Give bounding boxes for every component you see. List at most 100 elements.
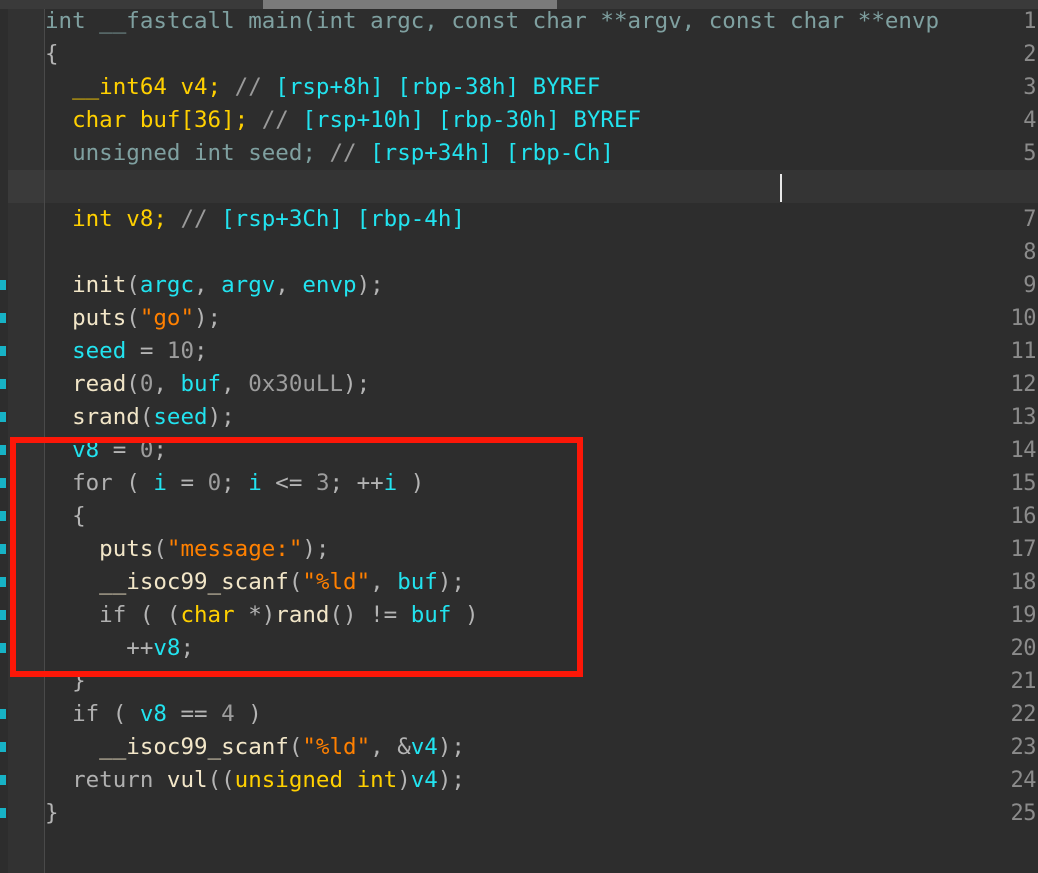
code-line[interactable]: unsigned int seed; // [rsp+34h] [rbp-Ch]	[45, 137, 614, 170]
code-token: 0x30uLL	[248, 371, 344, 397]
code-token: srand	[45, 404, 140, 430]
code-token: v4	[410, 767, 438, 793]
code-token: //	[234, 74, 276, 100]
line-presence-marker	[0, 412, 6, 422]
text-caret	[780, 174, 782, 202]
code-token: //	[329, 140, 371, 166]
code-token: vul	[166, 767, 208, 793]
code-line[interactable]: int __fastcall main(int argc, const char…	[45, 9, 939, 38]
line-presence-marker	[0, 610, 6, 620]
code-token: ; ++	[329, 470, 384, 496]
code-token: 0	[139, 371, 154, 397]
code-token: =	[99, 437, 140, 463]
code-line[interactable]: {	[45, 500, 86, 533]
code-line[interactable]: for ( i = 0; i <= 3; ++i )	[45, 467, 424, 500]
code-line[interactable]: if ( v8 == 4 )	[45, 698, 262, 731]
code-token: )	[234, 701, 262, 727]
code-token: read	[45, 371, 127, 397]
code-token: //	[180, 206, 222, 232]
code-token: (	[139, 404, 154, 430]
code-token: if	[45, 701, 100, 727]
line-presence-marker	[0, 379, 6, 389]
line-presence-marker	[0, 346, 6, 356]
code-token: =	[166, 470, 208, 496]
code-content[interactable]: int __fastcall main(int argc, const char…	[45, 9, 1038, 873]
code-token: ;	[194, 338, 208, 364]
code-token: char buf[36];	[45, 107, 262, 133]
code-token: "message:"	[166, 536, 303, 562]
line-presence-marker	[0, 313, 6, 323]
code-token: rand	[275, 602, 330, 628]
code-line[interactable]: }	[45, 665, 86, 698]
code-token: ( (	[126, 602, 181, 628]
horizontal-scrollbar-thumb[interactable]	[263, 0, 557, 9]
code-token: 10	[166, 338, 195, 364]
code-line[interactable]: }	[45, 797, 59, 830]
code-line[interactable]: {	[45, 38, 59, 71]
horizontal-scrollbar[interactable]	[0, 0, 1038, 9]
code-token: ;	[153, 437, 167, 463]
code-token: "go"	[139, 305, 195, 331]
code-token: "%ld"	[302, 734, 371, 760]
code-token: char	[180, 602, 235, 628]
code-token: {	[45, 41, 59, 67]
code-token: )	[397, 470, 425, 496]
current-line-band	[45, 170, 1038, 203]
code-line[interactable]: char buf[36]; // [rsp+10h] [rbp-30h] BYR…	[45, 104, 641, 137]
code-line[interactable]: srand(seed);	[45, 401, 235, 434]
line-presence-marker	[0, 544, 6, 554]
code-token: <=	[261, 470, 316, 496]
code-token: );	[437, 734, 465, 760]
code-token: __isoc99_scanf	[45, 569, 289, 595]
code-token: puts	[45, 536, 154, 562]
code-token: [rsp+3Ch] [rbp-4h]	[221, 206, 465, 232]
code-token: //	[261, 107, 303, 133]
code-token: [rsp+34h] [rbp-Ch]	[370, 140, 614, 166]
line-presence-marker	[0, 511, 6, 521]
code-line[interactable]: puts("message:");	[45, 533, 329, 566]
code-token: init	[45, 272, 127, 298]
code-line[interactable]: return vul((unsigned int)v4);	[45, 764, 465, 797]
code-token: (	[288, 569, 303, 595]
code-line[interactable]: __isoc99_scanf("%ld", &v4);	[45, 731, 465, 764]
code-token: );	[437, 767, 465, 793]
code-token: seed	[45, 338, 127, 364]
code-line[interactable]: puts("go");	[45, 302, 221, 335]
line-presence-marker	[0, 742, 6, 752]
code-line[interactable]: init(argc, argv, envp);	[45, 269, 384, 302]
line-presence-marker	[0, 478, 6, 488]
code-line[interactable]: v8 = 0;	[45, 434, 167, 467]
code-line[interactable]: read(0, buf, 0x30uLL);	[45, 368, 370, 401]
code-token: return	[45, 767, 154, 793]
code-token: 4	[221, 701, 235, 727]
line-presence-marker	[0, 643, 6, 653]
code-token: unsigned int	[234, 767, 398, 793]
code-line[interactable]: int v8; // [rsp+3Ch] [rbp-4h]	[45, 203, 465, 236]
code-token: [rsp+10h] [rbp-30h] BYREF	[302, 107, 642, 133]
code-token: i	[153, 470, 167, 496]
code-token: [rsp+8h] [rbp-38h] BYREF	[275, 74, 601, 100]
line-presence-strip	[0, 9, 8, 873]
current-line-gutter-band	[8, 170, 44, 203]
code-token: argv	[221, 272, 276, 298]
code-token: 3	[315, 470, 330, 496]
code-token: ;	[180, 635, 195, 661]
code-token: (	[112, 470, 154, 496]
code-token: for	[45, 470, 113, 496]
code-token: )	[451, 602, 479, 628]
editor-area[interactable]: 1234567891011121314151617181920212223242…	[0, 9, 1038, 873]
code-line[interactable]: seed = 10;	[45, 335, 208, 368]
code-token: );	[194, 305, 222, 331]
code-token: v4	[410, 734, 438, 760]
code-token: , &	[370, 734, 411, 760]
code-line[interactable]: ++v8;	[45, 632, 194, 665]
code-token: __int64 v4;	[45, 74, 235, 100]
code-token: buf	[180, 371, 222, 397]
code-token: int v8;	[45, 206, 181, 232]
code-token: 0	[207, 470, 222, 496]
code-token: =	[126, 338, 167, 364]
code-line[interactable]: __int64 v4; // [rsp+8h] [rbp-38h] BYREF	[45, 71, 600, 104]
code-token: (	[288, 734, 303, 760]
code-line[interactable]: if ( (char *)rand() != buf )	[45, 599, 479, 632]
code-line[interactable]: __isoc99_scanf("%ld", buf);	[45, 566, 465, 599]
